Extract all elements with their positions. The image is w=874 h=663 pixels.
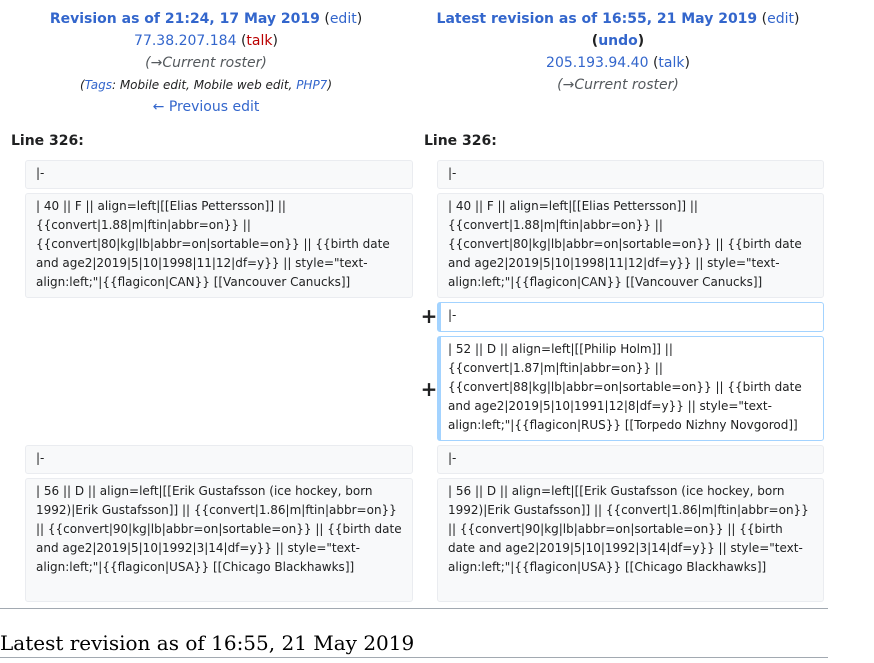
tag-php7[interactable]: PHP7	[296, 78, 327, 92]
new-user-link[interactable]: 205.193.94.40	[546, 55, 648, 71]
tag-mobile-web-edit: Mobile web edit	[193, 78, 289, 92]
prev-edit-line: ← Previous edit	[0, 96, 412, 118]
paren: )	[356, 11, 363, 27]
undo-link[interactable]: undo	[598, 33, 638, 49]
old-user-link[interactable]: 77.38.207.184	[134, 33, 236, 49]
diff-context-left: |-	[25, 445, 413, 474]
old-revision-link[interactable]: Revision as of 21:24, 17 May 2019	[50, 11, 320, 27]
old-talk-link[interactable]: talk	[246, 33, 272, 49]
paren: )	[272, 33, 278, 49]
new-edit-link[interactable]: edit	[767, 11, 794, 27]
old-edit-link[interactable]: edit	[330, 11, 357, 27]
old-user-line: 77.38.207.184 (talk)	[0, 30, 412, 52]
old-revision-header: Revision as of 21:24, 17 May 2019 (edit)…	[0, 8, 412, 118]
added-marker: +	[420, 304, 438, 328]
diff-added-line: | 52 || D || align=left|[[Philip Holm]] …	[437, 336, 824, 441]
diff-added-line: |-	[437, 302, 824, 332]
diff-context-right: | 56 || D || align=left|[[Erik Gustafsso…	[437, 478, 824, 602]
new-section-link[interactable]: →Current roster	[563, 77, 674, 93]
divider	[0, 608, 828, 609]
old-edit-summary: (→Current roster)	[145, 55, 267, 71]
diff-context-left: | 56 || D || align=left|[[Erik Gustafsso…	[25, 478, 413, 602]
added-marker: +	[420, 377, 438, 401]
old-revision-title-line: Revision as of 21:24, 17 May 2019 (edit)	[0, 8, 412, 30]
new-revision-link[interactable]: Latest revision as of 16:55, 21 May 2019	[437, 11, 758, 27]
diff-context-right: | 40 || F || align=left|[[Elias Petterss…	[437, 193, 824, 298]
diff-context-right: |-	[437, 160, 824, 189]
diff-context-right: |-	[437, 445, 824, 474]
tags-link[interactable]: Tags	[85, 78, 112, 92]
right-line-number: Line 326:	[424, 133, 497, 149]
paren: )	[684, 55, 690, 71]
new-edit-summary: (→Current roster)	[557, 77, 679, 93]
heading-underline	[0, 657, 828, 658]
old-tags-line: (Tags: Mobile edit, Mobile web edit, PHP…	[79, 78, 333, 92]
new-user-line: 205.193.94.40 (talk)	[412, 52, 824, 74]
undo-line: (undo)	[591, 33, 645, 49]
diff-context-left: | 40 || F || align=left|[[Elias Petterss…	[25, 193, 413, 298]
latest-revision-heading: Latest revision as of 16:55, 21 May 2019	[0, 631, 415, 655]
paren: )	[793, 11, 800, 27]
new-revision-header: Latest revision as of 16:55, 21 May 2019…	[412, 8, 824, 96]
new-talk-link[interactable]: talk	[658, 55, 684, 71]
left-line-number: Line 326:	[11, 133, 84, 149]
tag-mobile-edit: Mobile edit	[119, 78, 187, 92]
diff-context-left: |-	[25, 160, 413, 189]
new-revision-title-line: Latest revision as of 16:55, 21 May 2019…	[412, 8, 824, 30]
old-section-link[interactable]: →Current roster	[151, 55, 262, 71]
previous-edit-link[interactable]: ← Previous edit	[153, 99, 260, 115]
